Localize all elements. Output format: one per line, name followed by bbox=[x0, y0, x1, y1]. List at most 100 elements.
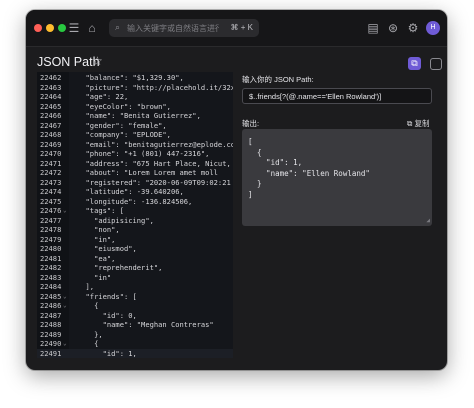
code-line[interactable]: 22462 "balance": "$1,329.30", bbox=[37, 73, 233, 83]
line-number: 22490 bbox=[40, 339, 62, 348]
line-number: 22472 bbox=[40, 168, 62, 177]
code-line[interactable]: 22480 "eiusmod", bbox=[37, 244, 233, 254]
code-text: "gender": "female", bbox=[77, 120, 167, 130]
code-line[interactable]: 22490 ⌄ { bbox=[37, 339, 233, 349]
code-text: "longitude": -136.824506, bbox=[77, 196, 193, 206]
line-number: 22475 bbox=[40, 196, 62, 206]
close-window-button[interactable] bbox=[34, 24, 42, 32]
line-number: 22483 bbox=[40, 272, 62, 282]
code-line[interactable]: 22476 ⌄ "tags": [ bbox=[37, 206, 233, 216]
line-number: 22463 bbox=[40, 82, 62, 92]
code-line[interactable]: 22485 ⌄ "friends": [ bbox=[37, 292, 233, 302]
extension-icon[interactable]: ⊛ bbox=[385, 20, 401, 36]
code-line[interactable]: 22471 "address": "675 Hart Place, Nicut,… bbox=[37, 159, 233, 169]
code-line[interactable]: 22483 "in" bbox=[37, 273, 233, 283]
menu-icon[interactable]: ☰ bbox=[66, 20, 82, 36]
line-number: 22478 bbox=[40, 225, 62, 234]
code-line[interactable]: 22465 "eyeColor": "brown", bbox=[37, 102, 233, 112]
maximize-window-button[interactable] bbox=[58, 24, 66, 32]
code-text: "adipisicing", bbox=[77, 215, 154, 225]
code-text: "name": "Benita Gutierrez", bbox=[77, 111, 201, 120]
output-line: { bbox=[248, 147, 262, 157]
output-label: 输出: bbox=[242, 119, 260, 128]
code-line[interactable]: 22466 "name": "Benita Gutierrez", bbox=[37, 111, 233, 121]
plugin-icon[interactable]: ⧉ bbox=[408, 57, 421, 70]
code-line[interactable]: 22484 ], bbox=[37, 282, 233, 292]
code-line[interactable]: 22470 "phone": "+1 (801) 447-2316", bbox=[37, 149, 233, 159]
code-line[interactable]: 22489 }, bbox=[37, 330, 233, 340]
code-text: "ea", bbox=[77, 253, 116, 263]
line-number: 22484 bbox=[40, 282, 62, 291]
code-line[interactable]: 22479 "in", bbox=[37, 235, 233, 245]
copy-button[interactable]: ⧉ 复制 bbox=[407, 118, 429, 129]
code-text: "id": 1, bbox=[77, 348, 137, 358]
code-text: "picture": "http://placehold.it/32x3 bbox=[77, 82, 233, 92]
json-editor[interactable]: 22462 "balance": "$1,329.30", 22463 "pict… bbox=[37, 72, 233, 358]
code-line[interactable]: 22467 "gender": "female", bbox=[37, 121, 233, 131]
code-text: "friends": [ bbox=[77, 291, 137, 301]
star-icon[interactable]: ☆ bbox=[92, 54, 103, 68]
code-line[interactable]: 22477 "adipisicing", bbox=[37, 216, 233, 226]
resize-handle-icon[interactable]: ◢ bbox=[426, 217, 430, 224]
home-icon[interactable]: ⌂ bbox=[84, 20, 100, 36]
line-number: 22486 bbox=[40, 301, 62, 310]
line-number: 22482 bbox=[40, 263, 62, 272]
line-number: 22470 bbox=[40, 149, 62, 158]
line-number: 22487 bbox=[40, 310, 62, 320]
code-line[interactable]: 22487 "id": 0, bbox=[37, 311, 233, 321]
line-number: 22479 bbox=[40, 234, 62, 244]
code-line[interactable]: 22488 "name": "Meghan Contreras" bbox=[37, 320, 233, 330]
calculator-icon[interactable]: ▤ bbox=[365, 20, 381, 36]
code-line[interactable]: 22473 "registered": "2020-06-09T09:02:21… bbox=[37, 178, 233, 188]
code-line[interactable]: 22468 "company": "EPLODE", bbox=[37, 130, 233, 140]
code-text: "in" bbox=[77, 272, 112, 282]
code-text: }, bbox=[77, 329, 103, 339]
code-line[interactable]: 22474 "latitude": -39.640206, bbox=[37, 187, 233, 197]
settings-icon[interactable]: ⚙ bbox=[405, 20, 421, 36]
line-number: 22464 bbox=[40, 92, 62, 101]
minimize-window-button[interactable] bbox=[46, 24, 54, 32]
code-text: "non", bbox=[77, 225, 120, 234]
code-line[interactable]: 22481 "ea", bbox=[37, 254, 233, 264]
code-text: "age": 22, bbox=[77, 92, 129, 101]
line-number: 22473 bbox=[40, 177, 62, 187]
line-number: 22469 bbox=[40, 139, 62, 149]
code-text: "reprehenderit", bbox=[77, 263, 163, 272]
fold-chevron-icon[interactable]: ⌄ bbox=[63, 292, 67, 302]
code-line[interactable]: 22469 "email": "benitagutierrez@eplode.c… bbox=[37, 140, 233, 150]
line-number: 22481 bbox=[40, 253, 62, 263]
code-line[interactable]: 22491 "id": 1, bbox=[37, 348, 233, 358]
output-panel: [ { "id": 1, "name": "Ellen Rowland" }] … bbox=[242, 129, 432, 226]
line-number: 22462 bbox=[40, 73, 62, 82]
line-number: 22489 bbox=[40, 329, 62, 339]
code-text: "about": "Lorem Lorem amet moll bbox=[77, 168, 218, 177]
line-number: 22468 bbox=[40, 130, 62, 139]
line-number: 22476 bbox=[40, 206, 62, 215]
avatar[interactable]: H bbox=[426, 21, 440, 35]
code-line[interactable]: 22486 ⌄ { bbox=[37, 301, 233, 311]
fold-chevron-icon[interactable]: ⌄ bbox=[63, 339, 67, 349]
search-input[interactable]: ⌕ 输入关键字或自然语言进行... ⌘ + K bbox=[109, 19, 259, 37]
line-number: 22488 bbox=[40, 320, 62, 329]
code-line[interactable]: 22463 "picture": "http://placehold.it/32… bbox=[37, 83, 233, 93]
line-number: 22465 bbox=[40, 101, 62, 111]
code-text: "eyeColor": "brown", bbox=[77, 101, 171, 111]
sidebar-toggle-icon[interactable] bbox=[430, 58, 442, 70]
fold-chevron-icon[interactable]: ⌄ bbox=[63, 206, 67, 216]
fold-chevron-icon[interactable]: ⌄ bbox=[63, 301, 67, 311]
code-line[interactable]: 22478 "non", bbox=[37, 225, 233, 235]
output-line: } bbox=[248, 179, 262, 188]
code-line[interactable]: 22475 "longitude": -136.824506, bbox=[37, 197, 233, 207]
output-line: "name": "Ellen Rowland" bbox=[248, 168, 370, 178]
code-text: "name": "Meghan Contreras" bbox=[77, 320, 214, 329]
code-text: "phone": "+1 (801) 447-2316", bbox=[77, 149, 210, 158]
code-line[interactable]: 22472 "about": "Lorem Lorem amet moll bbox=[37, 168, 233, 178]
jsonpath-input[interactable]: $..friends[?(@.name=='Ellen Rowland')] bbox=[242, 88, 432, 104]
code-text: "registered": "2020-06-09T09:02:21 - bbox=[77, 177, 233, 187]
code-line[interactable]: 22464 "age": 22, bbox=[37, 92, 233, 102]
code-line[interactable]: 22482 "reprehenderit", bbox=[37, 263, 233, 273]
line-number: 22480 bbox=[40, 244, 62, 253]
input-label: 输入你的 JSON Path: bbox=[242, 75, 314, 84]
toolbar: ☰ ⌂ ⌕ 输入关键字或自然语言进行... ⌘ + K ▤ ⊛ ⚙ H bbox=[26, 10, 447, 47]
line-number: 22491 bbox=[40, 348, 62, 358]
